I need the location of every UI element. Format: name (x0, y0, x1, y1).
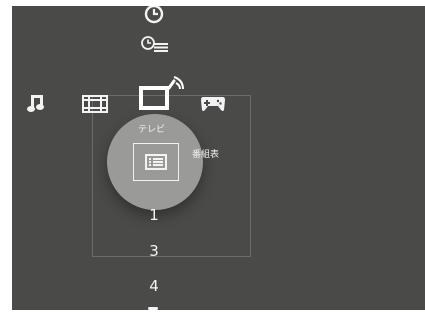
tv-label: テレビ (138, 125, 166, 135)
timer-list-icon[interactable] (140, 36, 170, 52)
clock-icon[interactable] (144, 6, 164, 24)
tv-menu-screen: テレビ 番組表 1 3 4 (12, 6, 425, 310)
channel-item-partial (148, 307, 158, 310)
music-icon[interactable] (26, 93, 46, 113)
channel-item[interactable]: 1 (144, 206, 164, 224)
tv-icon[interactable] (138, 76, 184, 112)
channel-item[interactable]: 4 (144, 277, 164, 295)
program-guide-button[interactable] (133, 143, 179, 181)
film-icon[interactable] (82, 95, 108, 113)
program-guide-icon (145, 154, 167, 170)
program-guide-label: 番組表 (192, 150, 220, 160)
channel-item[interactable]: 3 (144, 242, 164, 260)
gamepad-icon[interactable] (200, 94, 226, 112)
